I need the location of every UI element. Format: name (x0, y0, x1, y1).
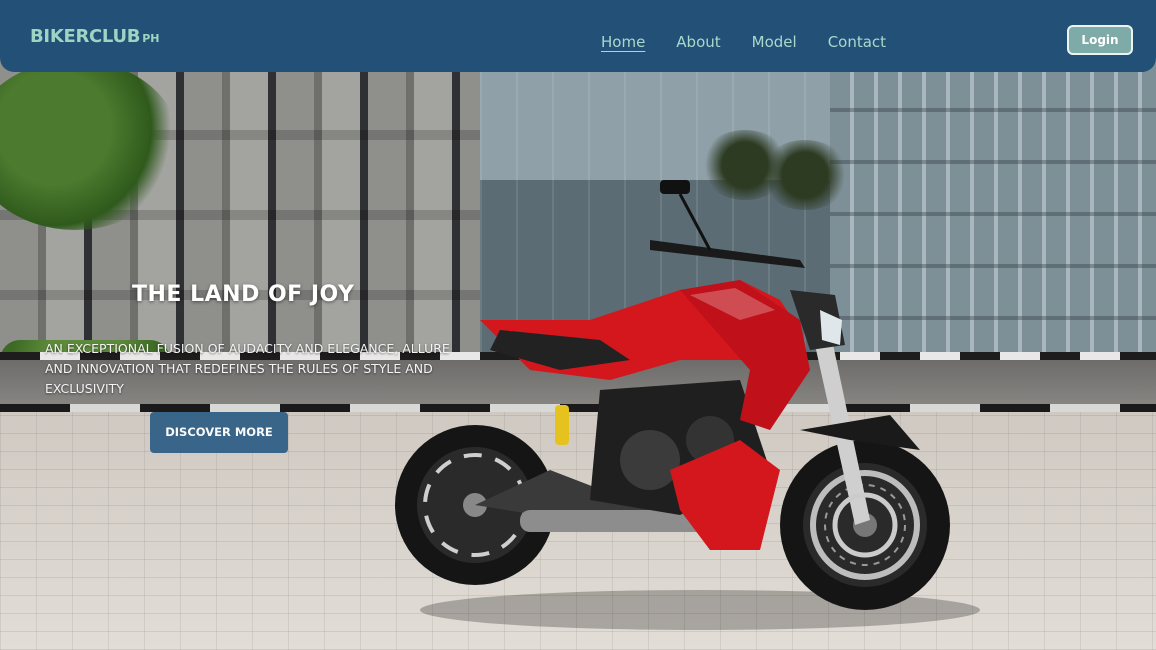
brand-logo[interactable]: BIKERCLUB PH (30, 26, 159, 47)
hero-description: AN EXCEPTIONAL FUSION OF AUDACITY AND EL… (45, 341, 450, 396)
nav-link-model[interactable]: Model (752, 33, 797, 51)
main-nav: Home About Model Contact (601, 33, 917, 51)
login-button[interactable]: Login (1067, 25, 1133, 55)
motorcycle-image (380, 170, 980, 630)
hero-title: THE LAND OF JOY (132, 282, 355, 307)
discover-more-button[interactable]: DISCOVER MORE (150, 412, 288, 453)
top-navbar: BIKERCLUB PH Home About Model Contact Log… (0, 0, 1156, 72)
nav-link-about[interactable]: About (676, 33, 720, 51)
hero-background-photo (0, 0, 1156, 650)
nav-link-contact[interactable]: Contact (828, 33, 886, 51)
landing-page: BIKERCLUB PH Home About Model Contact Log… (0, 0, 1156, 650)
brand-suffix: PH (142, 32, 160, 45)
brand-name: BIKERCLUB (30, 26, 141, 47)
nav-link-home[interactable]: Home (601, 33, 645, 51)
